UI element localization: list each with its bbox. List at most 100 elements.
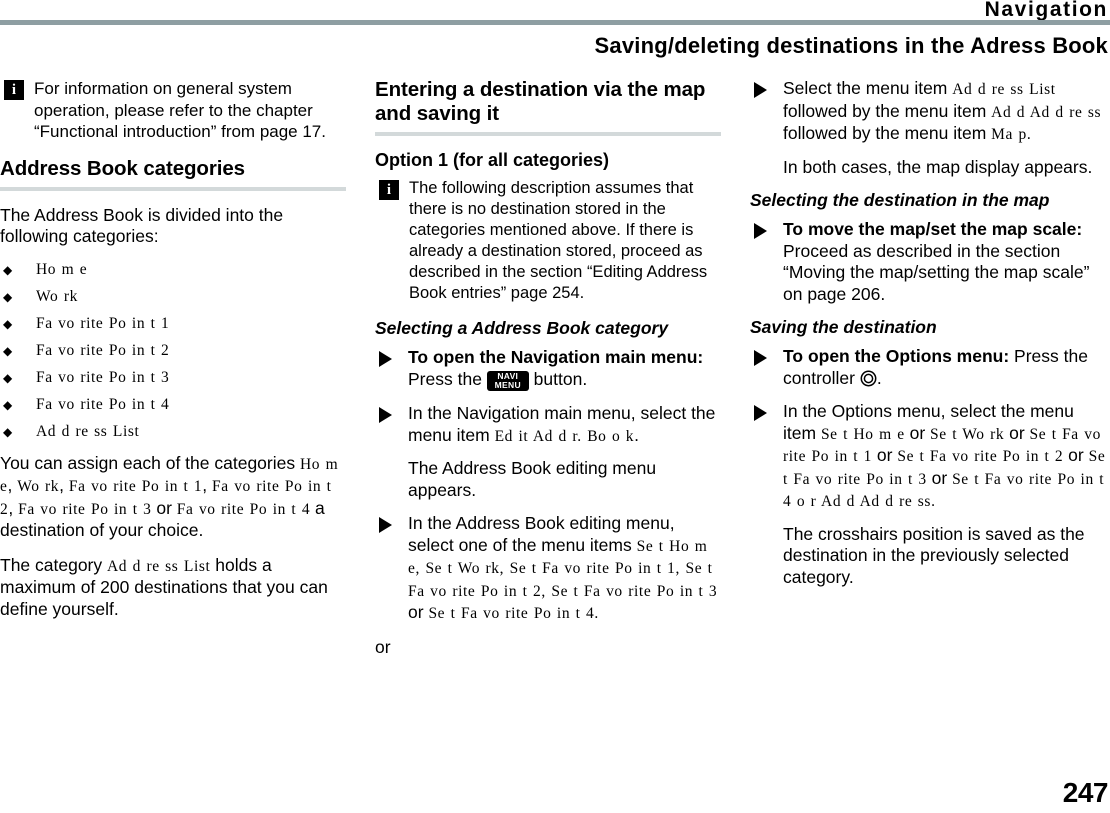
step-select-address-list: Select the menu item Ad d re ss List fol… (750, 78, 1110, 178)
action-triangle-icon (754, 82, 767, 98)
action-triangle-icon (754, 350, 767, 366)
step-result-text: The crosshairs position is saved as the … (783, 523, 1085, 587)
header-rule (0, 20, 1110, 25)
menu-item-map: Ma p (991, 126, 1027, 143)
sep: , (202, 475, 213, 495)
step-result-text: The Address Book editing menu appears. (408, 458, 657, 500)
section-rule (375, 132, 721, 136)
info-icon: i (4, 80, 24, 100)
page-number: 247 (1062, 777, 1109, 808)
menu-item-set-home: Se t Ho m e (820, 425, 905, 443)
or-word: or (1004, 422, 1030, 443)
capacity-text-1: The category (0, 554, 107, 575)
action-triangle-icon (379, 351, 392, 367)
category-label: Fa vo rite Po in t 2 (36, 341, 170, 359)
category-label: Fa vo rite Po in t 3 (36, 368, 170, 386)
menu-item-work: Wo rk (17, 478, 60, 495)
sep: , (541, 582, 552, 600)
assign-paragraph: You can assign each of the categories Ho… (0, 453, 346, 542)
page-subtitle: Saving/deleting destinations in the Adre… (594, 33, 1108, 58)
column-left: i For information on general system oper… (0, 78, 346, 633)
step-open-options-menu: To open the Options menu: Press the cont… (750, 346, 1110, 389)
or-word: or (872, 445, 898, 465)
menu-item-set-fav4: Se t Fa vo rite Po in t 4 (428, 605, 595, 622)
step-text-after: . (931, 493, 936, 510)
sep: , (499, 560, 510, 577)
navi-key-line-2: MENU (494, 379, 521, 390)
step-text-after: . (634, 424, 640, 445)
info-note-text: For information on general system operat… (34, 79, 326, 141)
step-text-2: followed by the menu item (783, 100, 992, 121)
step-select-menu-item-set: In the Address Book editing menu, select… (375, 513, 721, 625)
menu-item-fav4: Fa vo rite Po in t 4 (176, 500, 311, 518)
menu-item-set-fav3: Se t Fa vo rite Po in t 3 (551, 582, 718, 600)
diamond-bullet-icon: ◆ (3, 424, 13, 439)
action-triangle-icon (379, 407, 392, 423)
column-middle: Entering a destination via the map and s… (375, 78, 721, 671)
menu-item-set-work: Se t Wo rk (930, 425, 1005, 443)
or-word: or (1063, 445, 1089, 465)
step-text-after: . (594, 605, 599, 622)
list-item: ◆ Fa vo rite Po in t 1 (0, 315, 346, 332)
list-item: ◆ Fa vo rite Po in t 3 (0, 369, 346, 386)
menu-item-fav1: Fa vo rite Po in t 1 (68, 478, 203, 495)
menu-item-address-list: Ad d re ss List (952, 81, 1056, 98)
or-connector: or (375, 636, 391, 657)
sep: , (7, 475, 18, 495)
step-text-3: followed by the menu item (783, 123, 992, 143)
menu-item-add-address: Ad d Ad d re ss (821, 493, 932, 510)
category-list: ◆ Ho m e ◆ Wo rk ◆ Fa vo rite Po in t 1 ◆ Fa… (0, 261, 346, 440)
menu-item-address-list: Ad d re ss List (107, 557, 211, 575)
diamond-bullet-icon: ◆ (3, 343, 13, 358)
column-right: Select the menu item Ad d re ss List fol… (750, 78, 1110, 600)
step-text-1: Select the menu item (783, 78, 953, 98)
column-container: i For information on general system oper… (0, 78, 1110, 738)
section-heading-entering-destination: Entering a destination via the map and s… (375, 78, 706, 125)
or-word: o r (791, 493, 822, 510)
diamond-bullet-icon: ◆ (3, 397, 13, 412)
category-label: Ho m e (36, 260, 88, 278)
section-title-saving-destination: Saving the destination (750, 317, 937, 337)
info-note-description: i The following description assumes that… (375, 178, 721, 304)
running-head: Navigation (984, 0, 1108, 21)
info-icon: i (379, 180, 399, 200)
controller-icon[interactable] (860, 370, 877, 387)
step-select-edit-addr-book: In the Navigation main menu, select the … (375, 403, 721, 501)
list-item: ◆ Ad d re ss List (0, 423, 346, 440)
step-text-before: In the Address Book editing menu, select… (408, 513, 675, 555)
info-note-text: The following description assumes that t… (409, 179, 708, 302)
menu-item-edit-addr-book: Ed it Ad d r. Bo o k (494, 427, 635, 445)
step-bold-label: To move the map/set the map scale: (783, 219, 1083, 239)
step-text-after: button. (528, 368, 588, 389)
or-word: or (408, 602, 429, 622)
step-text-before: Press the (408, 368, 487, 389)
menu-item-add-address: Ad d Ad d re ss (991, 103, 1102, 121)
list-item: ◆ Fa vo rite Po in t 2 (0, 342, 346, 359)
sep: , (59, 475, 69, 495)
step-result-text: In both cases, the map display appears. (783, 156, 1093, 177)
sep: , (8, 497, 19, 518)
action-triangle-icon (754, 223, 767, 239)
step-bold-label: To open the Options menu: (783, 346, 1010, 366)
category-label: Ad d re ss List (36, 422, 140, 440)
section-rule (0, 186, 346, 191)
or-word: or (904, 422, 931, 443)
action-triangle-icon (379, 517, 392, 533)
diamond-bullet-icon: ◆ (3, 316, 13, 331)
list-item: ◆ Wo rk (0, 288, 346, 305)
diamond-bullet-icon: ◆ (3, 262, 13, 277)
navi-menu-key-icon[interactable]: NAVI MENU (486, 371, 529, 391)
manual-page: Navigation Saving/deleting destinations … (0, 0, 1110, 813)
list-item: ◆ Fa vo rite Po in t 4 (0, 396, 346, 413)
menu-item-set-fav2: Se t Fa vo rite Po in t 2 (897, 448, 1064, 465)
step-move-map: To move the map/set the map scale: Procee… (750, 219, 1110, 305)
section-title-selecting-destination: Selecting the destination in the map (750, 190, 1050, 210)
category-label: Fa vo rite Po in t 1 (36, 314, 170, 332)
info-note-general: i For information on general system oper… (0, 78, 346, 143)
diamond-bullet-icon: ◆ (3, 370, 13, 385)
step-text: Proceed as described in the section “Mov… (783, 240, 1090, 304)
assign-text-1: You can assign each of the categories (0, 452, 300, 473)
step-bold-label: To open the Navigation main menu: (408, 347, 704, 367)
subheading-option-1: Option 1 (for all categories) (375, 150, 610, 170)
intro-paragraph: The Address Book is divided into the fol… (0, 204, 284, 247)
